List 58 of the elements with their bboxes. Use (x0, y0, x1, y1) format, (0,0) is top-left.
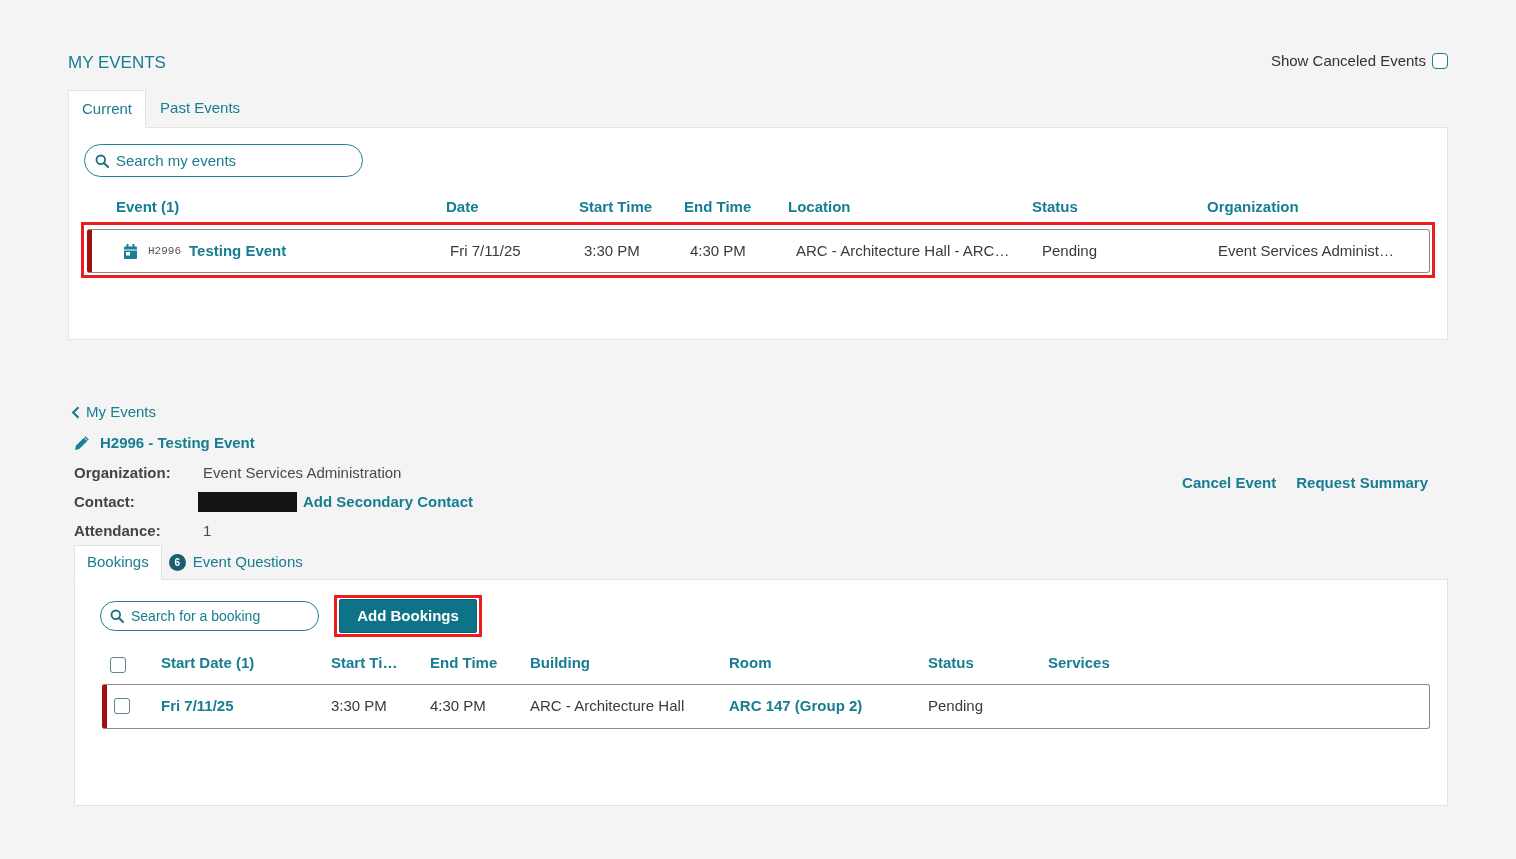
column-header[interactable]: Status (1032, 196, 1207, 219)
checkbox[interactable] (1432, 53, 1448, 69)
column-header[interactable]: Building (530, 652, 729, 675)
row-checkbox[interactable] (114, 697, 130, 714)
column-header[interactable]: Organization (1207, 196, 1435, 219)
field-label: Organization: (74, 462, 172, 483)
column-header[interactable]: Services (1048, 652, 1430, 675)
field-label: Attendance: (74, 520, 162, 541)
column-header[interactable]: Location (788, 196, 1032, 219)
search-field[interactable]: Search for a booking (100, 601, 319, 631)
count-badge: 6 (168, 553, 186, 571)
column-header[interactable]: Start Ti… (331, 652, 430, 675)
column-header[interactable]: Room (729, 652, 928, 675)
table-cell-text: 4:30 PM (430, 696, 487, 717)
table-cell-text: 3:30 PM (584, 240, 641, 261)
add-contact-link[interactable]: Add Secondary Contact (303, 490, 474, 514)
pencil-icon[interactable] (74, 435, 90, 451)
back-link[interactable]: My Events (71, 402, 157, 422)
search-icon (110, 609, 124, 623)
table-cell-text: Event Services Administ… (1218, 240, 1395, 261)
calendar-icon (123, 243, 138, 259)
column-header[interactable]: Date (446, 196, 579, 219)
room-link[interactable]: ARC 147 (Group 2) (729, 695, 928, 718)
page-title: MY EVENTS (68, 52, 166, 75)
select-all-checkbox[interactable] (110, 657, 126, 674)
table-cell-text: Pending (928, 696, 985, 717)
table-cell-text: ARC - Architecture Hall - ARC… (796, 240, 1011, 261)
column-header[interactable]: End Time (684, 196, 788, 219)
add-bookings-button[interactable]: Add Bookings (339, 599, 477, 633)
tab[interactable]: Current (68, 90, 147, 128)
checkbox-label: Show Canceled Events (1270, 50, 1426, 71)
booking-row[interactable]: Fri 7/11/25 3:30 PM 4:30 PM ARC - Architecture Hall ARC 147 (Group 2) Pending (102, 684, 1430, 729)
column-header[interactable]: Status (928, 652, 1048, 675)
action-link[interactable]: Request Summary (1296, 471, 1428, 495)
field-label: Contact: (74, 491, 136, 512)
column-header[interactable]: Start Time (579, 196, 684, 219)
tab[interactable]: Bookings (74, 545, 162, 580)
table-cell-text: Fri 7/11/25 (450, 240, 522, 261)
tab[interactable]: Past Events (146, 90, 255, 127)
event-title: H2996 - Testing Event (100, 432, 255, 453)
table-cell-text: 3:30 PM (331, 696, 388, 717)
search-field[interactable]: Search my events (84, 144, 363, 177)
action-link[interactable]: Cancel Event (1182, 471, 1277, 495)
column-header[interactable]: Event (1) (116, 196, 446, 219)
table-cell-text: ARC - Architecture Hall (530, 696, 686, 717)
date-link[interactable]: Fri 7/11/25 (161, 695, 331, 718)
column-header[interactable]: Start Date (1) (161, 652, 331, 675)
event-code: H2996 (148, 243, 181, 259)
event-name-link[interactable]: Testing Event (189, 239, 287, 263)
column-header[interactable]: End Time (430, 652, 530, 675)
chevron-left-icon (71, 405, 80, 419)
table-cell-text: 4:30 PM (690, 240, 747, 261)
field-value: 1 (203, 520, 212, 541)
event-row[interactable]: H2996 Testing Event Fri 7/11/25 3:30 PM 4:30 PM ARC - Architecture Hall - ARC… Pending Event Services Administ… (87, 229, 1430, 273)
field-value: Event Services Administration (203, 462, 402, 483)
search-icon (95, 153, 109, 168)
table-cell-text: Pending (1042, 240, 1099, 261)
tab[interactable]: 6 Event Questions (161, 545, 317, 579)
